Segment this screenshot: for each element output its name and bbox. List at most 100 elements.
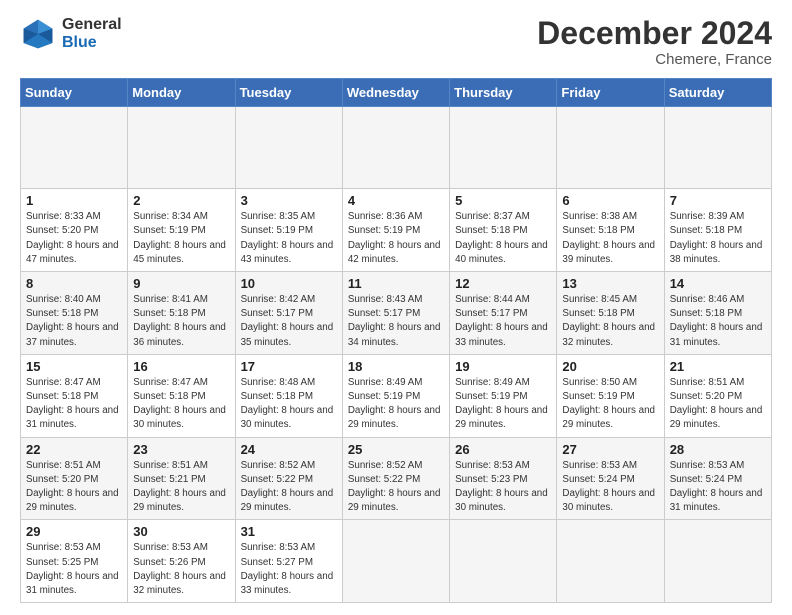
day-number: 17 <box>241 359 337 374</box>
calendar-day-cell: 27 Sunrise: 8:53 AMSunset: 5:24 PMDayligh… <box>557 437 664 520</box>
calendar-day-cell <box>21 107 128 189</box>
calendar-day-cell: 23Sunrise: 8:51 AMSunset: 5:21 PMDayligh… <box>128 437 235 520</box>
day-number: 6 <box>562 193 658 208</box>
day-info: Sunrise: 8:52 AMSunset: 5:22 PMDaylight:… <box>241 459 337 516</box>
calendar-day-cell: 30 Sunrise: 8:53 AMSunset: 5:26 PMDayligh… <box>128 520 235 603</box>
col-wednesday: Wednesday <box>342 79 449 107</box>
logo-icon <box>20 16 56 52</box>
day-info: Sunrise: 8:41 AMSunset: 5:18 PMDaylight:… <box>133 293 229 350</box>
calendar-day-cell: 15Sunrise: 8:47 AMSunset: 5:18 PMDayligh… <box>21 354 128 437</box>
calendar-week-row: 29 Sunrise: 8:53 AMSunset: 5:25 PMDayligh… <box>21 520 772 603</box>
day-number: 27 <box>562 442 658 457</box>
day-info: Sunrise: 8:35 AMSunset: 5:19 PMDaylight:… <box>241 210 337 267</box>
day-info: Sunrise: 8:51 AMSunset: 5:20 PMDaylight:… <box>26 459 122 516</box>
day-info: Sunrise: 8:36 AMSunset: 5:19 PMDaylight:… <box>348 210 444 267</box>
day-number: 21 <box>670 359 766 374</box>
logo-blue: Blue <box>62 34 122 52</box>
day-info: Sunrise: 8:48 AMSunset: 5:18 PMDaylight:… <box>241 376 337 433</box>
calendar-day-cell: 7 Sunrise: 8:39 AMSunset: 5:18 PMDaylight… <box>664 189 771 272</box>
calendar-day-cell: 22Sunrise: 8:51 AMSunset: 5:20 PMDayligh… <box>21 437 128 520</box>
calendar-header-row: Sunday Monday Tuesday Wednesday Thursday… <box>21 79 772 107</box>
calendar-table: Sunday Monday Tuesday Wednesday Thursday… <box>20 78 772 603</box>
day-info: Sunrise: 8:51 AMSunset: 5:20 PMDaylight:… <box>670 376 766 433</box>
day-number: 7 <box>670 193 766 208</box>
col-saturday: Saturday <box>664 79 771 107</box>
month-title: December 2024 <box>537 16 772 51</box>
day-number: 5 <box>455 193 551 208</box>
day-info: Sunrise: 8:53 AMSunset: 5:24 PMDaylight:… <box>670 459 766 516</box>
calendar-day-cell: 21 Sunrise: 8:51 AMSunset: 5:20 PMDayligh… <box>664 354 771 437</box>
day-number: 19 <box>455 359 551 374</box>
logo-general: General <box>62 16 122 34</box>
day-number: 9 <box>133 276 229 291</box>
day-info: Sunrise: 8:47 AMSunset: 5:18 PMDaylight:… <box>133 376 229 433</box>
day-number: 14 <box>670 276 766 291</box>
calendar-day-cell <box>557 107 664 189</box>
calendar-day-cell: 11 Sunrise: 8:43 AMSunset: 5:17 PMDayligh… <box>342 272 449 355</box>
day-number: 26 <box>455 442 551 457</box>
day-info: Sunrise: 8:34 AMSunset: 5:19 PMDaylight:… <box>133 210 229 267</box>
day-number: 20 <box>562 359 658 374</box>
day-number: 11 <box>348 276 444 291</box>
day-info: Sunrise: 8:51 AMSunset: 5:21 PMDaylight:… <box>133 459 229 516</box>
calendar-day-cell: 26Sunrise: 8:53 AMSunset: 5:23 PMDayligh… <box>450 437 557 520</box>
day-number: 8 <box>26 276 122 291</box>
day-info: Sunrise: 8:45 AMSunset: 5:18 PMDaylight:… <box>562 293 658 350</box>
calendar-day-cell: 14 Sunrise: 8:46 AMSunset: 5:18 PMDayligh… <box>664 272 771 355</box>
day-info: Sunrise: 8:53 AMSunset: 5:25 PMDaylight:… <box>26 541 122 598</box>
day-info: Sunrise: 8:43 AMSunset: 5:17 PMDaylight:… <box>348 293 444 350</box>
calendar-day-cell: 13 Sunrise: 8:45 AMSunset: 5:18 PMDayligh… <box>557 272 664 355</box>
calendar-week-row: 15Sunrise: 8:47 AMSunset: 5:18 PMDayligh… <box>21 354 772 437</box>
calendar-day-cell <box>557 520 664 603</box>
calendar-day-cell <box>664 107 771 189</box>
col-monday: Monday <box>128 79 235 107</box>
calendar-day-cell <box>128 107 235 189</box>
day-number: 3 <box>241 193 337 208</box>
calendar-day-cell: 17 Sunrise: 8:48 AMSunset: 5:18 PMDayligh… <box>235 354 342 437</box>
day-number: 29 <box>26 524 122 539</box>
day-number: 13 <box>562 276 658 291</box>
calendar-day-cell: 31Sunrise: 8:53 AMSunset: 5:27 PMDayligh… <box>235 520 342 603</box>
calendar-day-cell: 24 Sunrise: 8:52 AMSunset: 5:22 PMDayligh… <box>235 437 342 520</box>
calendar-day-cell: 3 Sunrise: 8:35 AMSunset: 5:19 PMDaylight… <box>235 189 342 272</box>
day-info: Sunrise: 8:38 AMSunset: 5:18 PMDaylight:… <box>562 210 658 267</box>
day-info: Sunrise: 8:37 AMSunset: 5:18 PMDaylight:… <box>455 210 551 267</box>
calendar-day-cell <box>342 107 449 189</box>
calendar-day-cell <box>450 520 557 603</box>
day-info: Sunrise: 8:46 AMSunset: 5:18 PMDaylight:… <box>670 293 766 350</box>
day-number: 2 <box>133 193 229 208</box>
calendar-week-row: 1 Sunrise: 8:33 AMSunset: 5:20 PMDaylight… <box>21 189 772 272</box>
day-info: Sunrise: 8:53 AMSunset: 5:27 PMDaylight:… <box>241 541 337 598</box>
day-info: Sunrise: 8:49 AMSunset: 5:19 PMDaylight:… <box>455 376 551 433</box>
day-info: Sunrise: 8:53 AMSunset: 5:26 PMDaylight:… <box>133 541 229 598</box>
logo: General Blue <box>20 16 122 52</box>
calendar-day-cell: 19 Sunrise: 8:49 AMSunset: 5:19 PMDayligh… <box>450 354 557 437</box>
day-number: 1 <box>26 193 122 208</box>
day-number: 18 <box>348 359 444 374</box>
day-info: Sunrise: 8:33 AMSunset: 5:20 PMDaylight:… <box>26 210 122 267</box>
calendar-week-row <box>21 107 772 189</box>
col-sunday: Sunday <box>21 79 128 107</box>
calendar-day-cell: 2 Sunrise: 8:34 AMSunset: 5:19 PMDaylight… <box>128 189 235 272</box>
day-info: Sunrise: 8:39 AMSunset: 5:18 PMDaylight:… <box>670 210 766 267</box>
calendar-day-cell: 10Sunrise: 8:42 AMSunset: 5:17 PMDayligh… <box>235 272 342 355</box>
day-number: 30 <box>133 524 229 539</box>
calendar-day-cell <box>450 107 557 189</box>
day-number: 10 <box>241 276 337 291</box>
title-block: December 2024 Chemere, France <box>537 16 772 68</box>
day-info: Sunrise: 8:52 AMSunset: 5:22 PMDaylight:… <box>348 459 444 516</box>
day-info: Sunrise: 8:40 AMSunset: 5:18 PMDaylight:… <box>26 293 122 350</box>
calendar-day-cell: 4Sunrise: 8:36 AMSunset: 5:19 PMDaylight… <box>342 189 449 272</box>
calendar-day-cell: 25 Sunrise: 8:52 AMSunset: 5:22 PMDayligh… <box>342 437 449 520</box>
day-number: 25 <box>348 442 444 457</box>
day-number: 24 <box>241 442 337 457</box>
location: Chemere, France <box>537 51 772 68</box>
calendar-day-cell: 8 Sunrise: 8:40 AMSunset: 5:18 PMDaylight… <box>21 272 128 355</box>
calendar-day-cell <box>664 520 771 603</box>
col-tuesday: Tuesday <box>235 79 342 107</box>
page: General Blue December 2024 Chemere, Fran… <box>0 0 792 615</box>
day-info: Sunrise: 8:50 AMSunset: 5:19 PMDaylight:… <box>562 376 658 433</box>
calendar-day-cell: 1 Sunrise: 8:33 AMSunset: 5:20 PMDaylight… <box>21 189 128 272</box>
day-info: Sunrise: 8:53 AMSunset: 5:24 PMDaylight:… <box>562 459 658 516</box>
day-info: Sunrise: 8:44 AMSunset: 5:17 PMDaylight:… <box>455 293 551 350</box>
